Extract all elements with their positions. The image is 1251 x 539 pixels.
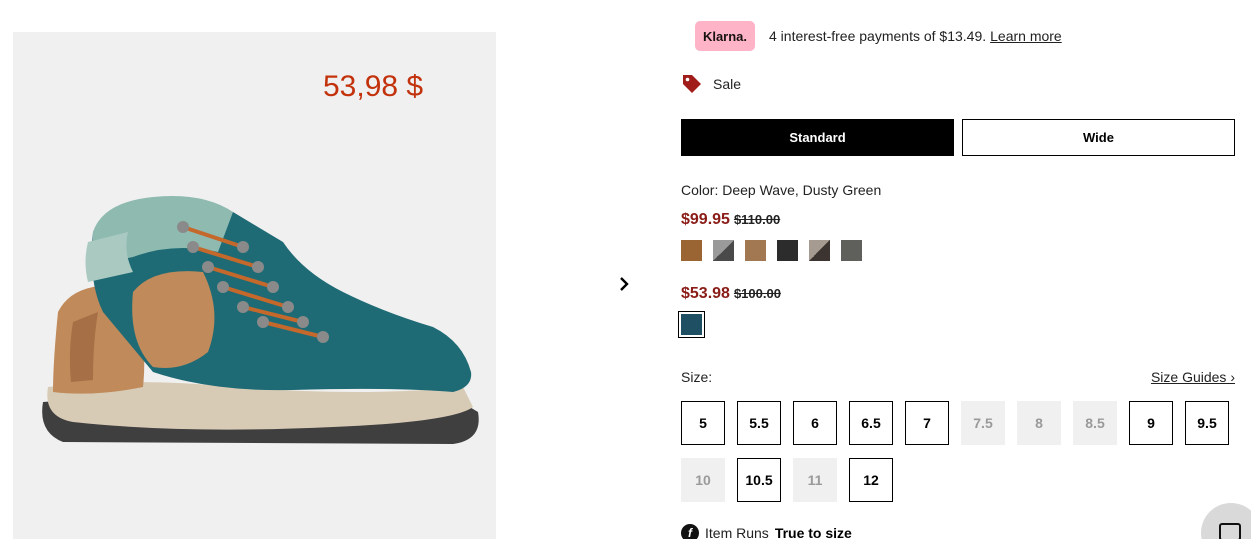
swatch-dark-brown[interactable] [809, 240, 830, 261]
size-guides-link[interactable]: Size Guides › [1151, 369, 1235, 385]
size-option-9[interactable]: 9 [1129, 401, 1173, 445]
size-option-5[interactable]: 5 [681, 401, 725, 445]
fit-value: True to size [774, 525, 852, 539]
klarna-learn-more-link[interactable]: Learn more [990, 28, 1062, 44]
size-option-11[interactable]: 11 [793, 458, 837, 502]
product-details: Klarna. 4 interest-free payments of $13.… [678, 0, 1241, 539]
sale-label: Sale [713, 76, 742, 92]
fit-info: f Item Runs True to size [681, 524, 852, 539]
price-group-1: $99.95 $110.00 [681, 211, 780, 229]
image-price-overlay: 53,98 $ [323, 70, 424, 103]
size-option-12[interactable]: 12 [849, 458, 893, 502]
size-option-10[interactable]: 10 [681, 458, 725, 502]
klarna-logo: Klarna. [695, 21, 755, 51]
swatch-grey[interactable] [841, 240, 862, 261]
size-option-7[interactable]: 7 [905, 401, 949, 445]
swatch-black[interactable] [777, 240, 798, 261]
sale-row: Sale [681, 73, 741, 95]
info-icon: f [681, 524, 699, 539]
size-option-6-5[interactable]: 6.5 [849, 401, 893, 445]
size-option-8[interactable]: 8 [1017, 401, 1061, 445]
size-option-10-5[interactable]: 10.5 [737, 458, 781, 502]
size-option-9-5[interactable]: 9.5 [1185, 401, 1229, 445]
size-label: Size: [681, 369, 713, 385]
swatch-deep-wave[interactable] [678, 311, 705, 338]
swatch-tan[interactable] [745, 240, 766, 261]
tag-icon [683, 75, 701, 93]
swatch-grey-black[interactable] [713, 240, 734, 261]
klarna-row: Klarna. 4 interest-free payments of $13.… [695, 21, 1062, 51]
product-image-panel: 53,98 $ [13, 32, 496, 539]
chevron-right-icon [620, 277, 629, 291]
color-label: Color: Deep Wave, Dusty Green [681, 182, 882, 198]
sale-price: $99.95 [681, 211, 730, 228]
fit-label: Item Runs [705, 525, 769, 539]
sale-price: $53.98 [681, 285, 730, 302]
size-option-7-5[interactable]: 7.5 [961, 401, 1005, 445]
chat-icon [1219, 523, 1241, 539]
width-wide-button[interactable]: Wide [962, 119, 1235, 156]
swatch-list-2 [678, 311, 713, 338]
klarna-text: 4 interest-free payments of $13.49. [769, 28, 987, 44]
original-price: $110.00 [733, 212, 781, 227]
swatch-brown[interactable] [681, 240, 702, 261]
original-price: $100.00 [733, 286, 781, 301]
product-page: 53,98 $ Klarna. 4 interest-free payments… [0, 0, 1251, 539]
product-image-boot[interactable] [33, 172, 483, 462]
price-group-2: $53.98 $100.00 [681, 285, 781, 303]
carousel-next-button[interactable] [612, 272, 636, 296]
size-option-8-5[interactable]: 8.5 [1073, 401, 1117, 445]
width-standard-button[interactable]: Standard [681, 119, 954, 156]
swatch-list-1 [681, 240, 873, 261]
size-option-5-5[interactable]: 5.5 [737, 401, 781, 445]
size-option-6[interactable]: 6 [793, 401, 837, 445]
